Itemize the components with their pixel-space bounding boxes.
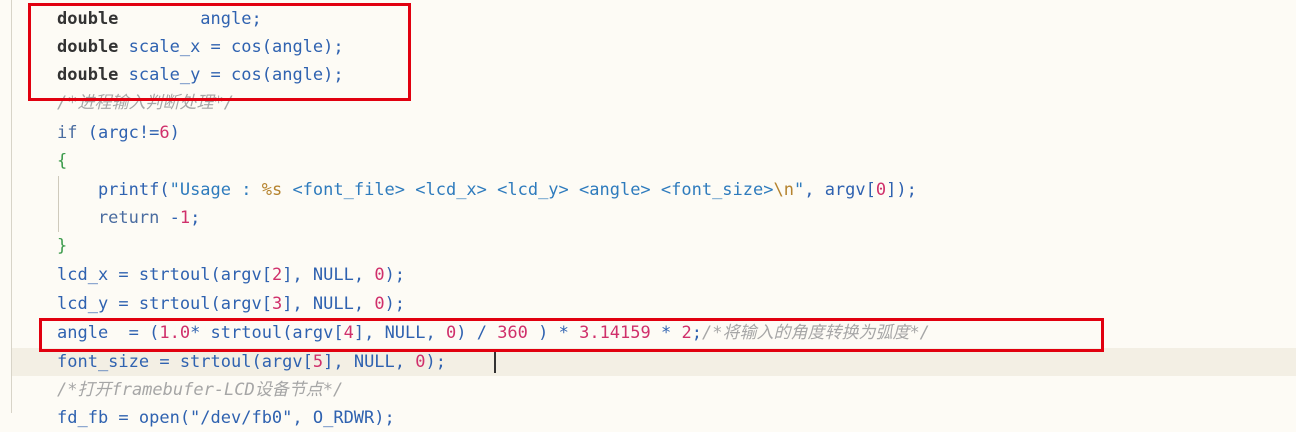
code-token: -	[159, 208, 180, 228]
code-line[interactable]: return -1;	[57, 204, 200, 232]
code-line[interactable]: {	[57, 147, 67, 175]
code-token: 2	[271, 265, 283, 285]
code-token: );	[425, 352, 446, 372]
annotation-box-angle-conversion	[39, 318, 1104, 352]
code-line[interactable]: font_size = strtoul(argv[5], NULL, 0);	[57, 348, 446, 376]
code-token: <font_file> <lcd_x> <lcd_y> <angle> <fon…	[282, 180, 774, 200]
code-line[interactable]: printf("Usage : %s <font_file> <lcd_x> <…	[57, 176, 917, 204]
code-token: printf(	[57, 180, 170, 200]
code-token: 1	[179, 208, 191, 228]
code-token: )	[169, 123, 180, 143]
code-token: 5	[312, 352, 324, 372]
code-line[interactable]: fd_fb = open("/dev/fb0", O_RDWR);	[57, 404, 395, 432]
code-token: if	[57, 123, 78, 143]
code-token: font_size = strtoul(argv[	[57, 352, 313, 372]
code-editor[interactable]: double angle; double scale_x = cos(angle)…	[0, 0, 1296, 428]
code-token: lcd_y = strtoul(argv[	[57, 294, 272, 314]
code-token: %s	[261, 180, 283, 200]
code-line[interactable]: }	[57, 232, 67, 260]
code-token: 0	[374, 294, 385, 314]
code-token: "Usage :	[169, 180, 262, 200]
code-token: /*打开framebufer-LCD设备节点*/	[57, 380, 344, 400]
code-token: );	[384, 294, 406, 314]
code-token: "	[793, 180, 805, 200]
code-line[interactable]: /*打开framebufer-LCD设备节点*/	[57, 376, 343, 404]
code-token: 0	[875, 180, 887, 200]
code-token: (argc!=	[77, 123, 160, 143]
code-token: 3	[271, 294, 283, 314]
code-token: 0	[374, 265, 385, 285]
annotation-box-declarations	[28, 3, 411, 101]
code-line[interactable]: if (argc!=6)	[57, 119, 180, 147]
code-token: ], NULL,	[282, 265, 375, 285]
code-token: 0	[415, 352, 426, 372]
code-token: ], NULL,	[282, 294, 375, 314]
text-caret	[494, 351, 496, 373]
code-token: ], NULL,	[323, 352, 416, 372]
code-token: {	[57, 151, 68, 171]
code-token: \n	[773, 180, 794, 200]
code-token: fd_fb = open("/dev/fb0", O_RDWR);	[57, 408, 395, 428]
code-token: ]);	[886, 180, 917, 200]
code-line[interactable]: lcd_x = strtoul(argv[2], NULL, 0);	[57, 261, 405, 289]
code-line[interactable]: lcd_y = strtoul(argv[3], NULL, 0);	[57, 290, 405, 318]
code-token: return	[57, 208, 160, 228]
code-token: lcd_x = strtoul(argv[	[57, 265, 272, 285]
code-token: ;	[190, 208, 201, 228]
code-token: }	[57, 236, 68, 256]
code-token: );	[384, 265, 406, 285]
code-token: 6	[159, 123, 170, 143]
code-token: , argv[	[804, 180, 876, 200]
